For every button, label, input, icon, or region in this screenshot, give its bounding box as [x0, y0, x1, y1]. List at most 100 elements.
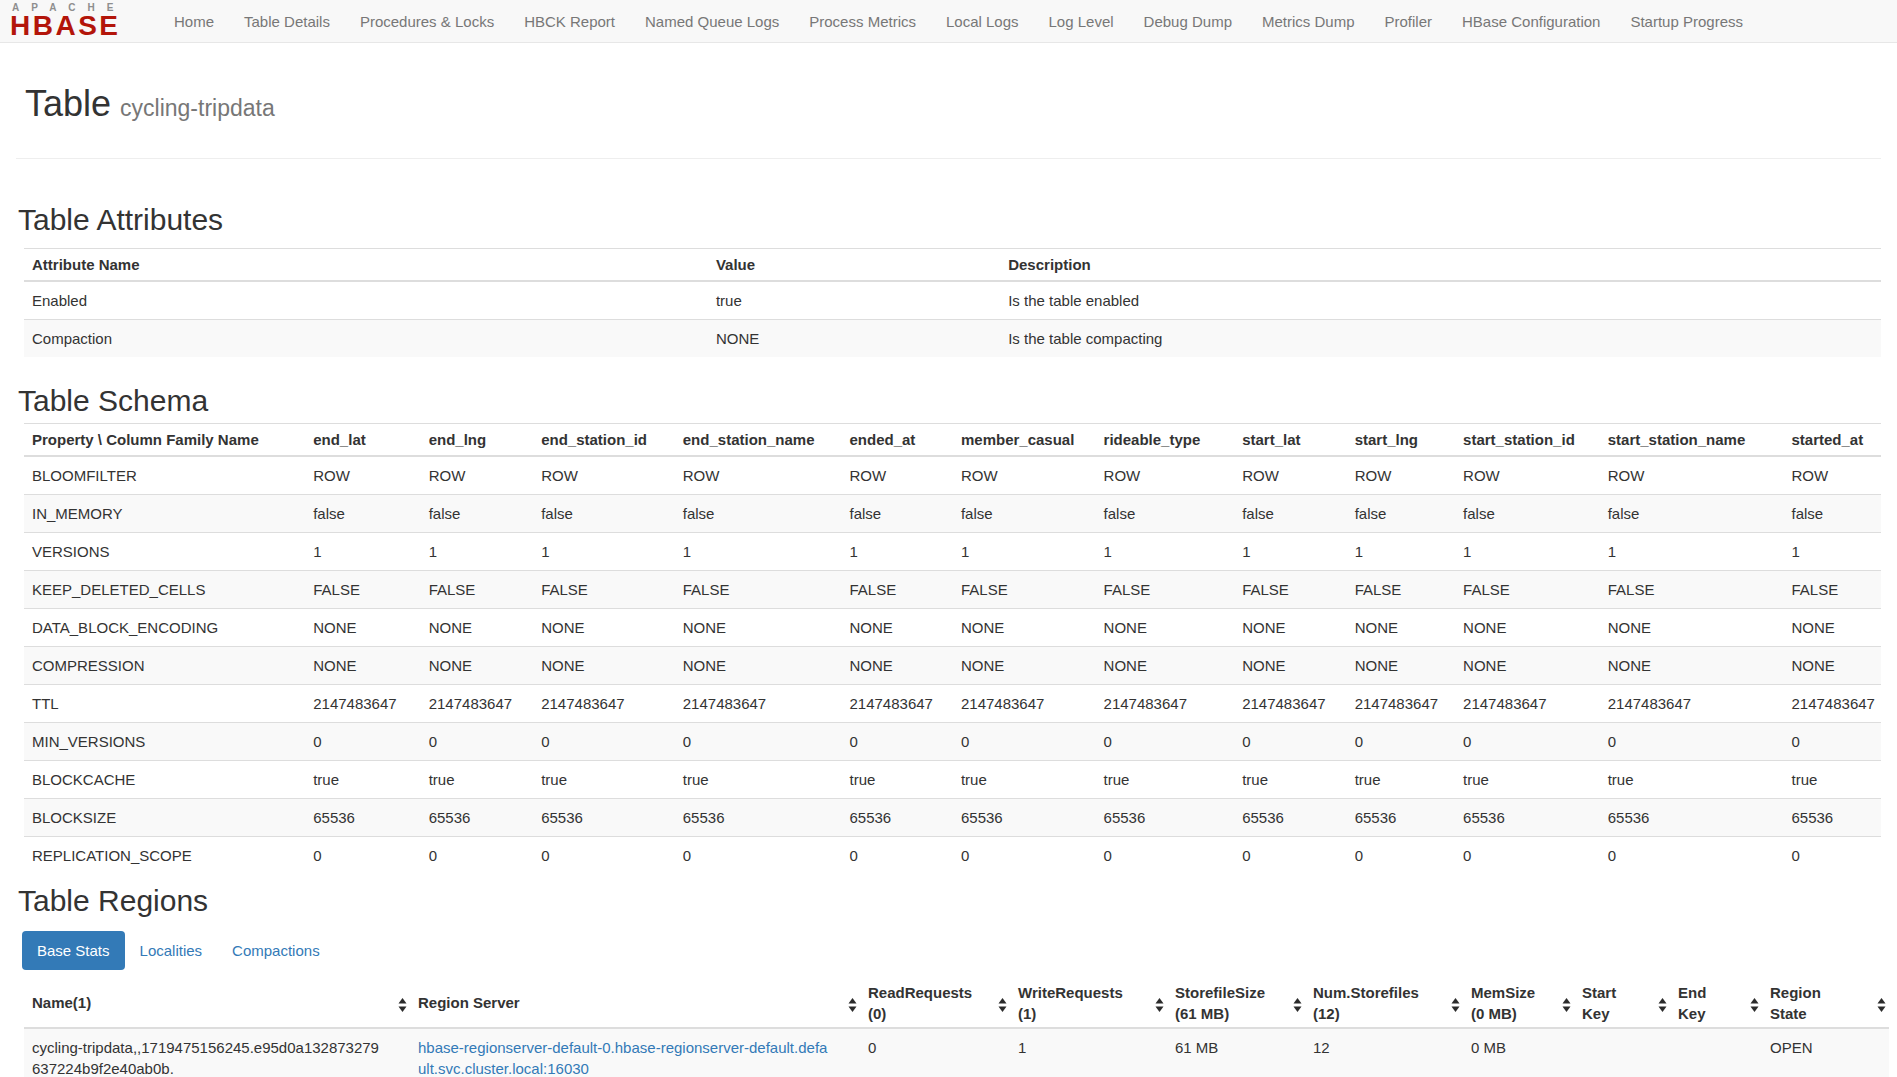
schema-value-cell: 2147483647 [1455, 685, 1600, 723]
attribute-name-cell: Enabled [24, 281, 708, 320]
schema-family-header: end_station_id [533, 424, 675, 457]
sort-icon[interactable] [1658, 996, 1667, 1010]
sort-icon[interactable] [1155, 996, 1164, 1010]
nav-link-log-level[interactable]: Log Level [1034, 0, 1129, 43]
schema-value-cell: 2147483647 [1096, 685, 1235, 723]
nav-link-startup-progress[interactable]: Startup Progress [1615, 0, 1758, 43]
nav-item: Table Details [229, 0, 345, 43]
nav-item: Log Level [1034, 0, 1129, 43]
schema-value-cell: 0 [1234, 723, 1346, 761]
sort-icon[interactable] [848, 996, 857, 1010]
sort-icon[interactable] [998, 996, 1007, 1010]
regions-col-header[interactable]: StorefileSize(61 MB) [1167, 978, 1305, 1028]
schema-value-cell: 1 [1600, 533, 1784, 571]
schema-value-cell: NONE [675, 609, 842, 647]
schema-value-cell: NONE [1600, 609, 1784, 647]
regions-col-header[interactable]: Num.Storefiles(12) [1305, 978, 1463, 1028]
sort-icon[interactable] [1877, 996, 1886, 1010]
schema-value-cell: ROW [841, 456, 952, 495]
schema-value-cell: false [953, 495, 1096, 533]
schema-value-cell: ROW [1783, 456, 1881, 495]
schema-value-cell: NONE [421, 609, 533, 647]
nav-link-home[interactable]: Home [159, 0, 229, 43]
schema-value-cell: NONE [533, 609, 675, 647]
schema-property-cell: REPLICATION_SCOPE [24, 837, 305, 875]
nav-link-metrics-dump[interactable]: Metrics Dump [1247, 0, 1370, 43]
schema-value-cell: 1 [1234, 533, 1346, 571]
nav-link-local-logs[interactable]: Local Logs [931, 0, 1034, 43]
regions-col-header[interactable]: StartKey [1574, 978, 1670, 1028]
sort-icon[interactable] [1451, 996, 1460, 1010]
schema-value-cell: true [841, 761, 952, 799]
regions-col-header[interactable]: RegionState [1762, 978, 1889, 1028]
schema-value-cell: false [1455, 495, 1600, 533]
schema-value-cell: 1 [305, 533, 420, 571]
schema-value-cell: NONE [1096, 647, 1235, 685]
schema-value-cell: NONE [841, 609, 952, 647]
schema-family-header: end_lng [421, 424, 533, 457]
regions-col-header[interactable]: ReadRequests(0) [860, 978, 1010, 1028]
schema-value-cell: true [1600, 761, 1784, 799]
nav-link-debug-dump[interactable]: Debug Dump [1129, 0, 1247, 43]
schema-property-cell: KEEP_DELETED_CELLS [24, 571, 305, 609]
regions-col-label: Name(1) [32, 992, 402, 1013]
nav-link-hbck-report[interactable]: HBCK Report [509, 0, 630, 43]
schema-value-cell: 2147483647 [841, 685, 952, 723]
nav-item: Home [159, 0, 229, 43]
nav-link-hbase-configuration[interactable]: HBase Configuration [1447, 0, 1615, 43]
schema-value-cell: NONE [1600, 647, 1784, 685]
schema-value-cell: ROW [421, 456, 533, 495]
regions-col-sublabel: State [1770, 1003, 1881, 1024]
attributes-col-header: Value [708, 249, 1000, 282]
sort-icon[interactable] [1562, 996, 1571, 1010]
regions-col-header[interactable]: Region Server [410, 978, 860, 1028]
region-state-cell: OPEN [1762, 1028, 1889, 1077]
schema-value-cell: NONE [1234, 609, 1346, 647]
region-server-link[interactable]: hbase-regionserver-default-0.hbase-regio… [418, 1037, 830, 1077]
regions-col-header[interactable]: Name(1) [24, 978, 410, 1028]
schema-table: Property \ Column Family Nameend_latend_… [24, 423, 1881, 874]
regions-heading: Table Regions [18, 884, 1881, 917]
region-end-key-cell [1670, 1028, 1762, 1077]
nav-link-profiler[interactable]: Profiler [1370, 0, 1448, 43]
schema-value-cell: false [1347, 495, 1455, 533]
regions-col-header[interactable]: MemSize(0 MB) [1463, 978, 1574, 1028]
schema-value-cell: false [1783, 495, 1881, 533]
tab-base-stats[interactable]: Base Stats [22, 931, 125, 970]
regions-col-label: ReadRequests [868, 982, 1002, 1003]
schema-value-cell: false [1600, 495, 1784, 533]
region-name-text: cycling-tripdata,,1719475156245.e95d0a13… [32, 1037, 384, 1077]
regions-col-header[interactable]: WriteRequests(1) [1010, 978, 1167, 1028]
sort-icon[interactable] [398, 996, 407, 1010]
nav-link-table-details[interactable]: Table Details [229, 0, 345, 43]
attribute-value-cell: true [708, 281, 1000, 320]
schema-value-cell: 2147483647 [421, 685, 533, 723]
schema-row: VERSIONS111111111111 [24, 533, 1881, 571]
attribute-description-cell: Is the table compacting [1000, 320, 1881, 358]
schema-family-header: start_lat [1234, 424, 1346, 457]
hbase-logo[interactable]: APACHE HBASE [10, 2, 134, 38]
tab-compactions[interactable]: Compactions [217, 931, 335, 970]
tab-localities[interactable]: Localities [125, 931, 218, 970]
schema-family-header: end_station_name [675, 424, 842, 457]
nav-link-process-metrics[interactable]: Process Metrics [794, 0, 931, 43]
attributes-heading: Table Attributes [18, 203, 1881, 236]
title-divider [16, 158, 1881, 159]
regions-col-label: Start [1582, 982, 1662, 1003]
regions-col-label: Region Server [418, 992, 852, 1013]
schema-row: TTL 2147483647 2147483647 2147483647 2147483… [24, 685, 1881, 723]
schema-property-cell: TTL [24, 685, 305, 723]
nav-item: Profiler [1370, 0, 1448, 43]
nav-link-procedures-locks[interactable]: Procedures & Locks [345, 0, 509, 43]
schema-value-cell: NONE [421, 647, 533, 685]
schema-value-cell: 0 [1096, 723, 1235, 761]
regions-col-header[interactable]: EndKey [1670, 978, 1762, 1028]
nav-item: Metrics Dump [1247, 0, 1370, 43]
attribute-name-cell: Compaction [24, 320, 708, 358]
schema-value-cell: 1 [1096, 533, 1235, 571]
schema-value-cell: false [1234, 495, 1346, 533]
nav-link-named-queue-logs[interactable]: Named Queue Logs [630, 0, 794, 43]
sort-icon[interactable] [1293, 996, 1302, 1010]
schema-value-cell: 0 [1347, 837, 1455, 875]
sort-icon[interactable] [1750, 996, 1759, 1010]
